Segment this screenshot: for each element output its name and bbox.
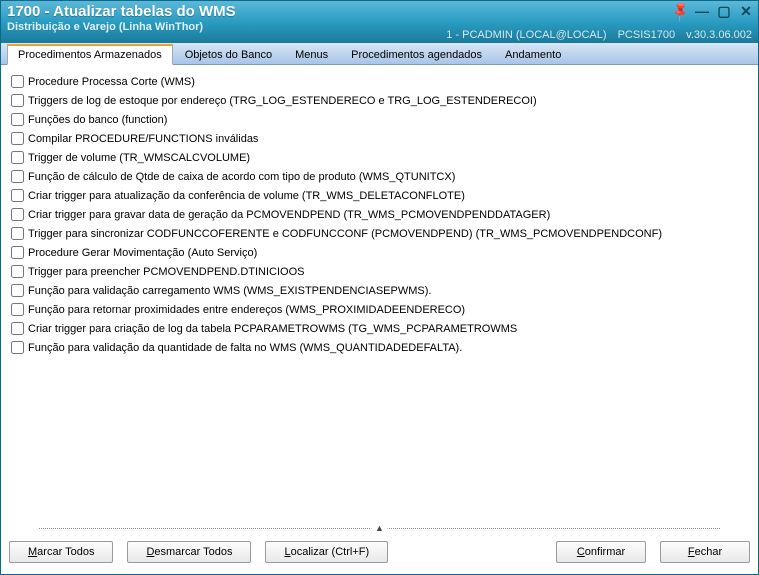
checkbox-label[interactable]: Função para validação da quantidade de f…: [28, 342, 462, 354]
check-row: Triggers de log de estoque por endereço …: [11, 92, 748, 109]
check-row: Procedure Processa Corte (WMS): [11, 73, 748, 90]
checkbox-item-12[interactable]: [11, 303, 24, 316]
check-row: Função para retornar proximidades entre …: [11, 301, 748, 318]
chevron-up-icon: ▲: [371, 523, 388, 533]
checkbox-label[interactable]: Função para validação carregamento WMS (…: [28, 285, 431, 297]
check-row: Procedure Gerar Movimentação (Auto Servi…: [11, 244, 748, 261]
resize-separator[interactable]: ▲: [9, 523, 750, 533]
close-icon[interactable]: ✕: [738, 3, 754, 17]
checkbox-label[interactable]: Procedure Gerar Movimentação (Auto Servi…: [28, 247, 257, 259]
checkbox-item-6[interactable]: [11, 189, 24, 202]
version: v.30.3.06.002: [686, 29, 752, 41]
checkbox-label[interactable]: Compilar PROCEDURE/FUNCTIONS inválidas: [28, 133, 258, 145]
checkbox-item-4[interactable]: [11, 151, 24, 164]
tab-1[interactable]: Objetos do Banco: [174, 45, 283, 64]
checkbox-label[interactable]: Função para retornar proximidades entre …: [28, 304, 465, 316]
checkbox-label[interactable]: Funções do banco (function): [28, 114, 167, 126]
check-row: Função para validação carregamento WMS (…: [11, 282, 748, 299]
titlebar: 1700 - Atualizar tabelas do WMS Distribu…: [1, 1, 758, 43]
check-row: Função de cálculo de Qtde de caixa de ac…: [11, 168, 748, 185]
close-button[interactable]: Fechar: [660, 541, 750, 563]
maximize-icon[interactable]: ▢: [716, 3, 732, 17]
check-row: Criar trigger para gravar data de geraçã…: [11, 206, 748, 223]
check-row: Trigger de volume (TR_WMSCALCVOLUME): [11, 149, 748, 166]
mark-all-button[interactable]: Marcar Todos: [9, 541, 113, 563]
find-button[interactable]: Localizar (Ctrl+F): [265, 541, 388, 563]
check-row: Criar trigger para atualização da confer…: [11, 187, 748, 204]
checkbox-item-2[interactable]: [11, 113, 24, 126]
checkbox-label[interactable]: Criar trigger para atualização da confer…: [28, 190, 465, 202]
checkbox-label[interactable]: Procedure Processa Corte (WMS): [28, 76, 195, 88]
checkbox-item-3[interactable]: [11, 132, 24, 145]
checkbox-label[interactable]: Criar trigger para criação de log da tab…: [28, 323, 517, 335]
module-name: PCSIS1700: [618, 29, 675, 41]
check-row: Trigger para preencher PCMOVENDPEND.DTIN…: [11, 263, 748, 280]
footer-toolbar: Marcar Todos Desmarcar Todos Localizar (…: [1, 537, 758, 571]
check-row: Compilar PROCEDURE/FUNCTIONS inválidas: [11, 130, 748, 147]
checkbox-item-7[interactable]: [11, 208, 24, 221]
checkbox-item-11[interactable]: [11, 284, 24, 297]
checkbox-item-14[interactable]: [11, 341, 24, 354]
checkbox-label[interactable]: Trigger para sincronizar CODFUNCCOFERENT…: [28, 228, 662, 240]
checkbox-item-5[interactable]: [11, 170, 24, 183]
check-row: Trigger para sincronizar CODFUNCCOFERENT…: [11, 225, 748, 242]
checkbox-label[interactable]: Trigger para preencher PCMOVENDPEND.DTIN…: [28, 266, 305, 278]
checkbox-label[interactable]: Triggers de log de estoque por endereço …: [28, 95, 537, 107]
check-row: Criar trigger para criação de log da tab…: [11, 320, 748, 337]
window-status: 1 - PCADMIN (LOCAL@LOCAL) PCSIS1700 v.30…: [438, 29, 752, 41]
pin-icon[interactable]: 📌: [672, 3, 688, 17]
content-area: Procedure Processa Corte (WMS) Triggers d…: [1, 65, 758, 523]
tab-3[interactable]: Procedimentos agendados: [340, 45, 493, 64]
minimize-icon[interactable]: —: [694, 3, 710, 17]
checkbox-item-8[interactable]: [11, 227, 24, 240]
window-controls: 📌 — ▢ ✕: [672, 3, 754, 17]
window-title: 1700 - Atualizar tabelas do WMS: [7, 3, 752, 20]
unmark-all-button[interactable]: Desmarcar Todos: [127, 541, 251, 563]
tab-0[interactable]: Procedimentos Armazenados: [7, 44, 173, 65]
tab-4[interactable]: Andamento: [494, 45, 572, 64]
checkbox-item-13[interactable]: [11, 322, 24, 335]
tabbar: Procedimentos ArmazenadosObjetos do Banc…: [1, 43, 758, 65]
checkbox-item-1[interactable]: [11, 94, 24, 107]
check-row: Funções do banco (function): [11, 111, 748, 128]
checkbox-item-0[interactable]: [11, 75, 24, 88]
tab-2[interactable]: Menus: [284, 45, 339, 64]
check-row: Função para validação da quantidade de f…: [11, 339, 748, 356]
checkbox-item-10[interactable]: [11, 265, 24, 278]
confirm-button[interactable]: Confirmar: [556, 541, 646, 563]
user-info: 1 - PCADMIN (LOCAL@LOCAL): [446, 29, 606, 41]
checkbox-item-9[interactable]: [11, 246, 24, 259]
checkbox-label[interactable]: Criar trigger para gravar data de geraçã…: [28, 209, 550, 221]
checkbox-label[interactable]: Função de cálculo de Qtde de caixa de ac…: [28, 171, 455, 183]
checkbox-label[interactable]: Trigger de volume (TR_WMSCALCVOLUME): [28, 152, 250, 164]
